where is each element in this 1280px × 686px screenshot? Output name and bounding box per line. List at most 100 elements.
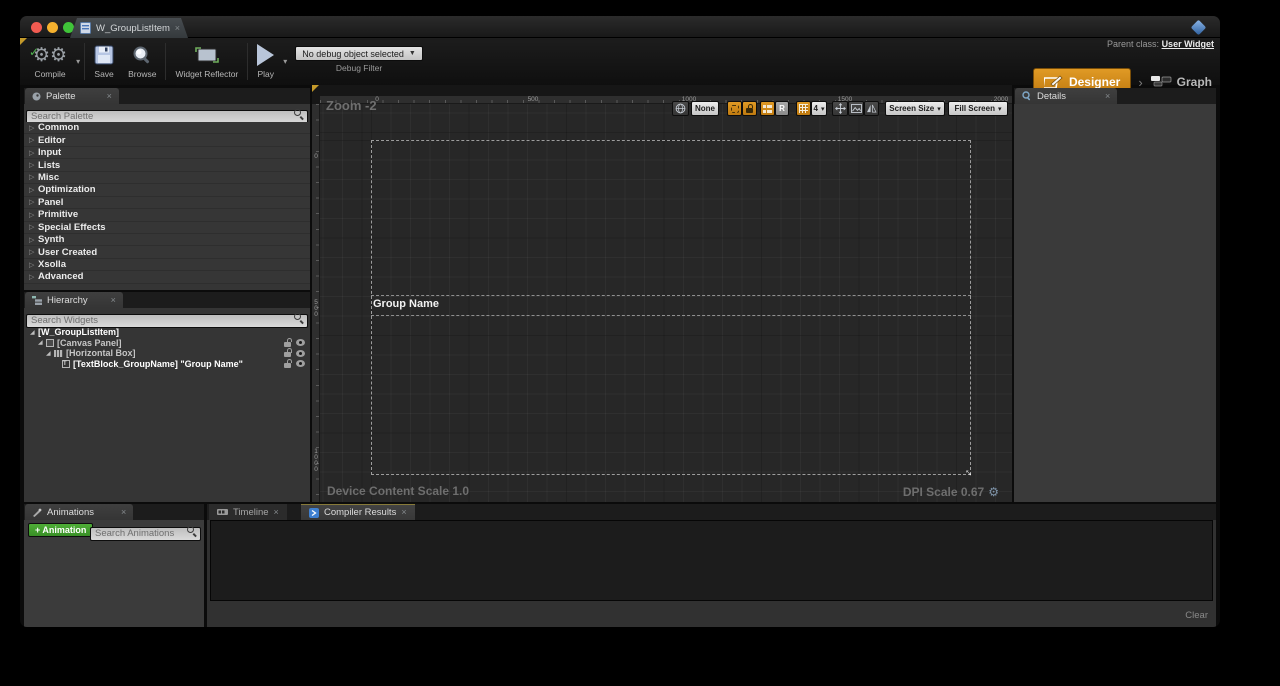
tab-close-icon[interactable]: × [1105,92,1110,101]
minimize-traffic-icon[interactable] [47,22,58,33]
palette-category-advanced[interactable]: ▷Advanced [24,271,310,283]
toolbar-separator [84,43,85,80]
expander-icon[interactable]: ▷ [29,211,38,219]
expander-icon[interactable]: ▷ [29,186,38,194]
respect-locks-button[interactable] [760,101,775,116]
visibility-eye-icon[interactable] [296,360,305,367]
compiler-results-tab[interactable]: Compiler Results × [301,504,415,520]
compile-gears-icon: ⚙⚙✓ [33,46,67,65]
details-panel: Details × [1014,88,1216,502]
screen-size-dropdown[interactable]: Screen Size▾ [885,101,945,116]
palette-category-user-created[interactable]: ▷User Created [24,246,310,258]
add-animation-button[interactable]: + Animation [28,523,93,537]
transform-mode-button[interactable] [832,101,848,116]
horizontal-box-outline[interactable] [371,295,971,316]
expander-icon[interactable]: ◢ [46,350,54,357]
palette-category-lists[interactable]: ▷Lists [24,159,310,171]
play-button[interactable]: Play [250,40,281,83]
details-tab[interactable]: Details × [1015,88,1117,104]
tab-close-icon[interactable]: × [107,92,112,101]
palette-category-panel[interactable]: ▷Panel [24,197,310,209]
output-panel: Timeline × Compiler Results × Clear [207,504,1216,627]
palette-category-optimization[interactable]: ▷Optimization [24,184,310,196]
palette-category-special-effects[interactable]: ▷Special Effects [24,222,310,234]
lock-icon[interactable] [284,342,291,347]
expander-icon[interactable]: ▷ [29,136,38,144]
close-traffic-icon[interactable] [31,22,42,33]
hierarchy-tab[interactable]: Hierarchy × [25,292,123,308]
debug-filter-label: Debug Filter [336,63,382,73]
blueprint-tab-icon [80,22,91,34]
device-content-scale-label: Device Content Scale 1.0 [327,484,469,500]
lock-widgets-button[interactable] [742,101,757,116]
compile-button[interactable]: ⚙⚙✓ Compile [26,40,74,83]
designer-canvas-panel: 0 500 1000 1500 2000 0 500 1000 Zoom -2 … [312,85,1012,502]
tab-close-icon[interactable]: × [401,508,406,517]
animations-tab-icon [32,508,42,517]
palette-category-common[interactable]: ▷Common [24,122,310,134]
save-button[interactable]: Save [87,40,121,83]
play-options-caret-icon[interactable]: ▾ [283,57,287,66]
expander-icon[interactable]: ▷ [29,161,38,169]
parent-class-link[interactable]: User Widget [1162,39,1214,49]
fill-screen-dropdown[interactable]: Fill Screen▾ [948,101,1008,116]
clear-log-button[interactable]: Clear [1185,610,1208,621]
outline-toggle-button[interactable] [727,101,742,116]
dpi-scale-row: DPI Scale 0.67 ⚙ [903,485,999,499]
animations-search-input[interactable] [90,527,201,541]
bars-icon [763,105,772,113]
palette-category-primitive[interactable]: ▷Primitive [24,209,310,221]
tab-close-icon[interactable]: × [111,296,116,305]
group-name-text-widget[interactable]: Group Name [373,298,439,310]
expander-icon[interactable]: ◢ [30,329,38,336]
visibility-eye-icon[interactable] [296,339,305,346]
play-triangle-icon [257,44,274,66]
expander-icon[interactable]: ▷ [29,173,38,181]
horizontal-box-icon [54,350,63,357]
palette-category-synth[interactable]: ▷Synth [24,234,310,246]
dropdown-caret-icon: ▾ [937,105,941,113]
tree-node-textblock[interactable]: T [TextBlock_GroupName] "Group Name" [24,359,310,370]
expander-icon[interactable]: ▷ [29,273,38,281]
grid-snap-size-button[interactable]: 4▾ [811,101,827,116]
tree-node-root[interactable]: ◢ [W_GroupListItem] [24,327,310,338]
asset-tab[interactable]: W_GroupListItem × [70,18,188,38]
palette-category-editor[interactable]: ▷Editor [24,134,310,146]
tree-node-canvas-panel[interactable]: ◢ [Canvas Panel] [24,338,310,349]
expander-icon[interactable]: ◢ [38,339,46,346]
expander-icon[interactable]: ▷ [29,124,38,132]
tree-node-horizontal-box[interactable]: ◢ [Horizontal Box] [24,348,310,359]
palette-category-xsolla[interactable]: ▷Xsolla [24,259,310,271]
hierarchy-search-input[interactable] [26,314,308,328]
expander-icon[interactable]: ▷ [29,198,38,206]
palette-tab[interactable]: Palette × [25,88,119,104]
timeline-tab[interactable]: Timeline × [209,504,287,520]
expander-icon[interactable]: ▷ [29,149,38,157]
localization-globe-button[interactable] [672,101,689,116]
lock-icon[interactable] [284,352,291,357]
debug-object-dropdown[interactable]: No debug object selected ▼ [295,46,423,61]
visibility-eye-icon[interactable] [296,350,305,357]
widget-reflector-button[interactable]: Widget Reflector [168,40,245,83]
compiler-results-log[interactable] [210,520,1213,601]
browse-button[interactable]: Browse [121,40,163,83]
expander-icon[interactable]: ▷ [29,261,38,269]
expander-icon[interactable]: ▷ [29,248,38,256]
expander-icon[interactable]: ▷ [29,223,38,231]
animations-tab[interactable]: Animations × [25,504,133,520]
grid-snap-toggle-button[interactable] [796,101,811,116]
tab-close-icon[interactable]: × [274,508,279,517]
dropdown-caret-icon: ▼ [409,50,416,57]
flow-direction-none-button[interactable]: None [691,101,719,116]
mirror-flip-button[interactable] [864,101,879,116]
palette-category-misc[interactable]: ▷Misc [24,172,310,184]
lock-icon[interactable] [284,363,291,368]
raw-edit-toggle-button[interactable]: R [775,101,789,116]
expander-icon[interactable]: ▷ [29,236,38,244]
palette-category-input[interactable]: ▷Input [24,147,310,159]
preview-background-button[interactable] [848,101,864,116]
gear-icon[interactable]: ⚙ [988,485,999,499]
tab-close-icon[interactable]: × [121,508,126,517]
asset-tab-close-icon[interactable]: × [175,24,180,33]
compile-options-caret-icon[interactable]: ▾ [76,57,80,66]
